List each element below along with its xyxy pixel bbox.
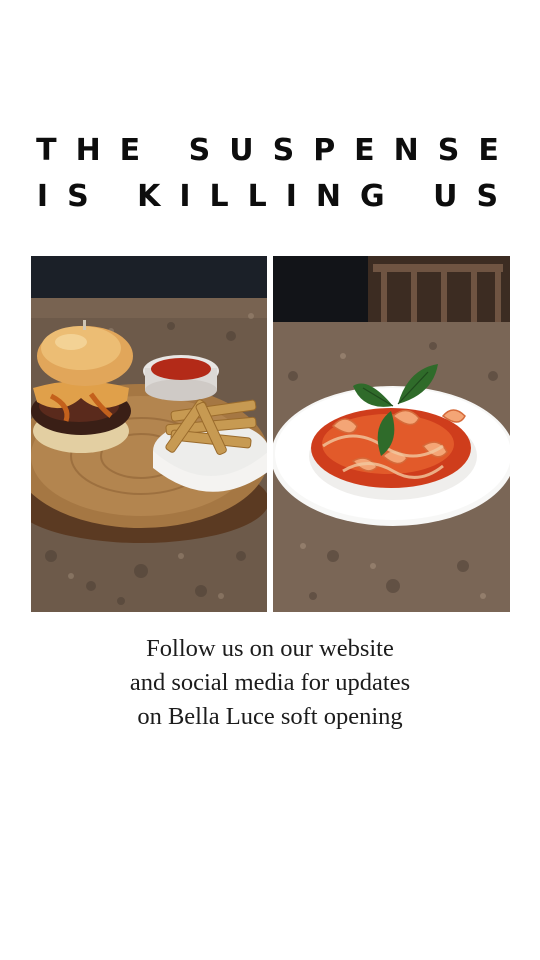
pasta-photo	[273, 256, 510, 612]
caption-line-2: and social media for updates	[129, 669, 411, 696]
burger-photo	[31, 256, 267, 612]
caption-line-3: on Bella Luce soft opening	[137, 703, 403, 730]
caption-line-1: Follow us on our website	[146, 635, 394, 662]
headline-line-1: THE SUSPENSE	[36, 133, 518, 168]
headline: THE SUSPENSE IS KILLING US	[0, 128, 540, 220]
caption: Follow us on our website and social medi…	[0, 632, 540, 734]
headline-line-2: IS KILLING US	[36, 179, 518, 214]
